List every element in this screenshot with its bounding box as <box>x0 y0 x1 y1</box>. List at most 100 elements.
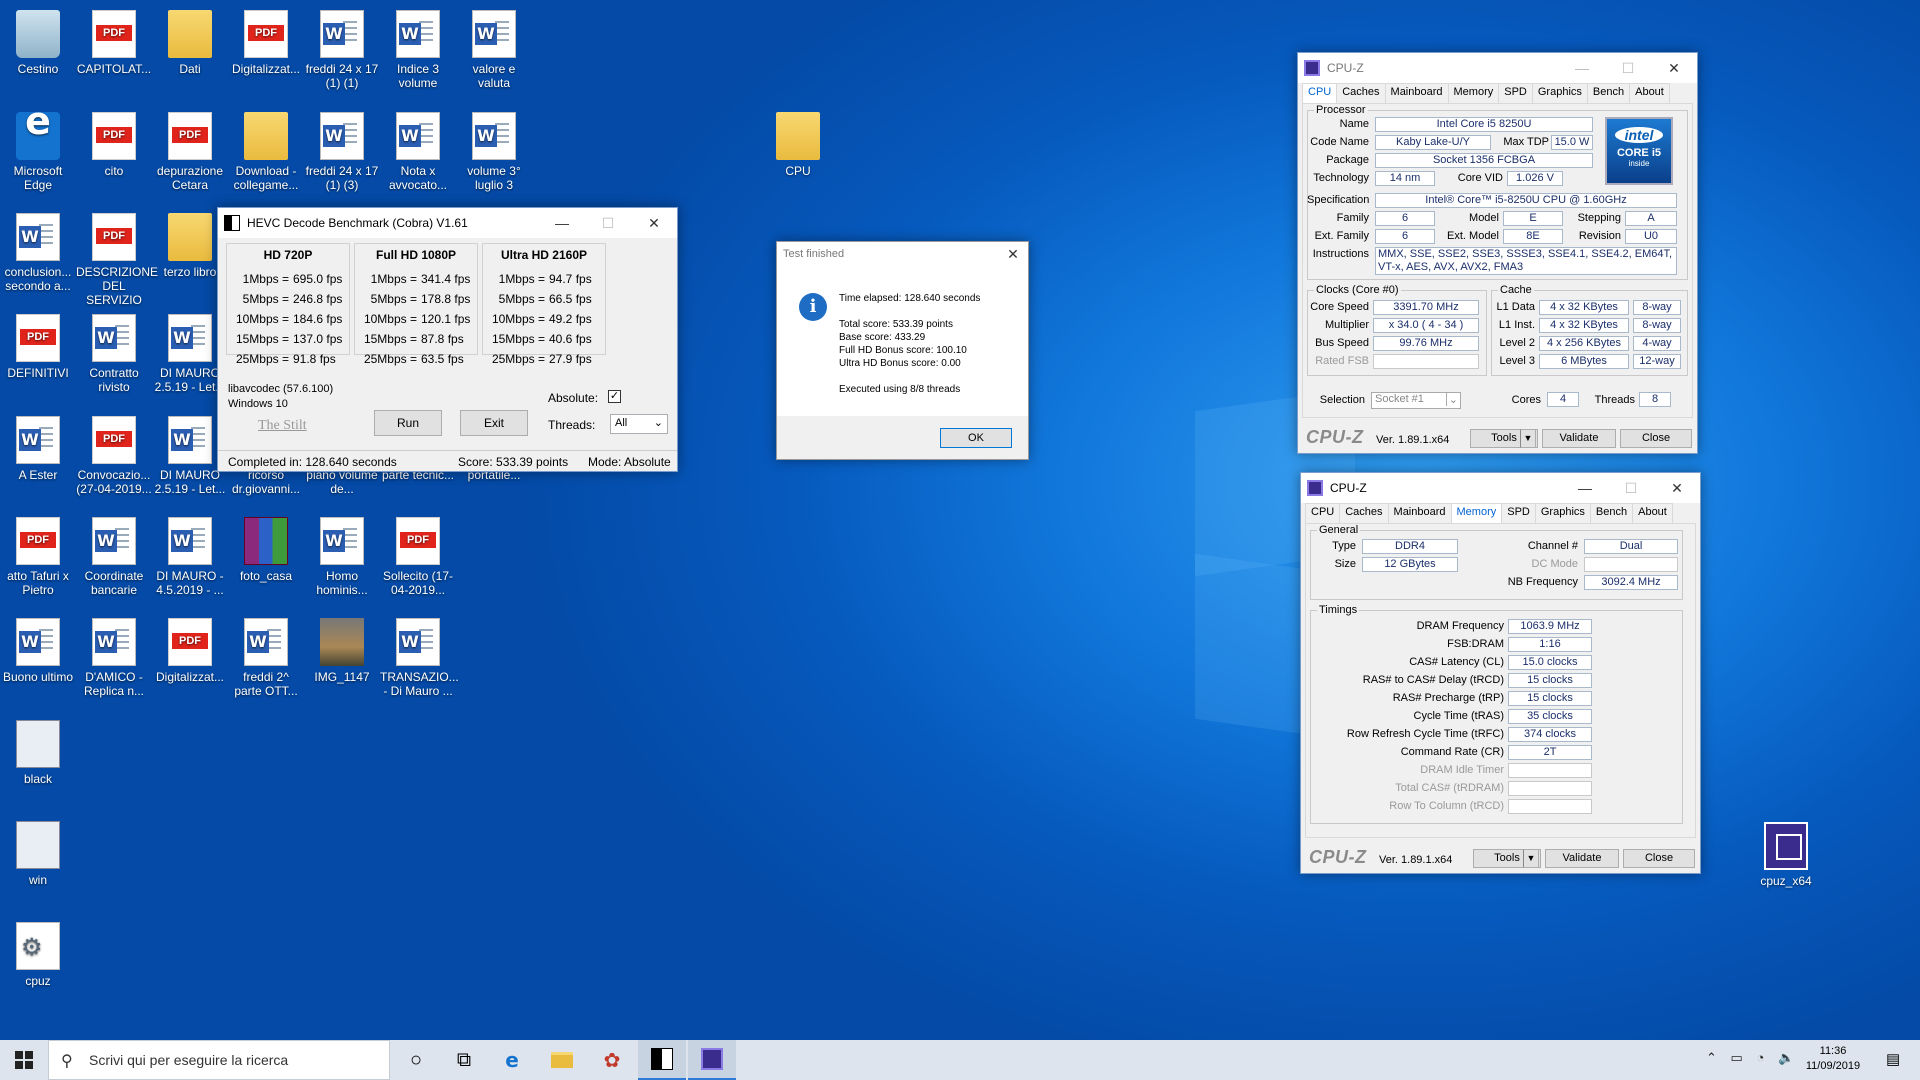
cpuz1-titlebar[interactable]: CPU-Z — ☐ ✕ <box>1298 53 1697 83</box>
cpuz-taskbar-icon[interactable] <box>688 1040 736 1080</box>
chevron-up-icon[interactable]: ⌃ <box>1706 1050 1717 1065</box>
desktop-icon[interactable]: Nota x avvocato... <box>380 112 456 192</box>
desktop-icon[interactable]: Digitalizzat... <box>152 618 228 684</box>
desktop-icon[interactable]: Dati <box>152 10 228 76</box>
taskbar-search-box[interactable]: ⚲ Scrivi qui per eseguire la ricerca <box>48 1040 390 1080</box>
desktop-icon[interactable]: black <box>0 720 76 786</box>
absolute-checkbox[interactable]: ✓ <box>608 390 621 403</box>
desktop-icon[interactable]: TRANSAZIO... - Di Mauro ... <box>380 618 459 698</box>
desktop-icon[interactable]: Buono ultimo <box>0 618 76 684</box>
ok-button[interactable]: OK <box>940 428 1012 448</box>
desktop-icon[interactable]: cpuz <box>0 922 76 988</box>
run-button[interactable]: Run <box>374 410 442 436</box>
desktop-icon[interactable]: win <box>0 821 76 887</box>
tab-caches[interactable]: Caches <box>1336 83 1386 103</box>
desktop-icon[interactable]: depurazione Cetara <box>152 112 228 192</box>
doc-icon <box>472 112 516 160</box>
status-bar: Completed in: 128.640 seconds Score: 533… <box>218 450 677 471</box>
battery-icon[interactable]: ▭ <box>1731 1050 1743 1065</box>
minimize-button[interactable]: — <box>539 215 585 231</box>
threads-select[interactable]: All ⌄ <box>610 414 668 434</box>
tab-memory[interactable]: Memory <box>1450 503 1503 523</box>
credit-link[interactable]: The Stilt <box>258 418 307 434</box>
minimize-button[interactable]: — <box>1562 480 1608 496</box>
desktop-icon[interactable]: DI MAURO - 4.5.2019 - ... <box>152 517 228 597</box>
tab-cpu[interactable]: CPU <box>1305 503 1341 523</box>
desktop-icon[interactable]: Indice 3 volume <box>380 10 456 90</box>
desktop-icon[interactable]: A Ester <box>0 416 76 482</box>
close-button-bottom[interactable]: Close <box>1620 429 1692 448</box>
paint3d-icon[interactable]: ✿ <box>588 1040 636 1080</box>
tab-spd[interactable]: SPD <box>1501 503 1536 523</box>
notifications-icon[interactable]: ▤ <box>1886 1050 1900 1068</box>
close-button[interactable]: ✕ <box>1654 480 1700 497</box>
desktop-icon[interactable]: conclusion... secondo a... <box>0 213 76 293</box>
desktop-icon[interactable]: freddi 2^ parte OTT... <box>228 618 304 698</box>
tab-memory[interactable]: Memory <box>1447 83 1500 103</box>
tools-dropdown-button[interactable]: ▼ <box>1523 849 1539 868</box>
desktop-icon[interactable]: Download - collegame... <box>228 112 304 192</box>
desktop-icon[interactable]: DESCRIZIONE DEL SERVIZIO <box>76 213 158 307</box>
desktop-icon[interactable]: freddi 24 x 17 (1) (3) <box>304 112 380 192</box>
close-button[interactable]: ✕ <box>631 215 677 232</box>
tab-bench[interactable]: Bench <box>1586 83 1631 103</box>
desktop-icon[interactable]: CPU <box>760 112 836 178</box>
desktop-icon[interactable]: freddi 24 x 17 (1) (1) <box>304 10 380 90</box>
tab-cpu[interactable]: CPU <box>1302 83 1338 103</box>
desktop-icon[interactable]: foto_casa <box>228 517 304 583</box>
validate-button[interactable]: Validate <box>1545 849 1619 868</box>
desktop-icon[interactable]: Cestino <box>0 10 76 76</box>
edge-taskbar-icon[interactable]: e <box>488 1040 536 1080</box>
tab-mainboard[interactable]: Mainboard <box>1387 503 1452 523</box>
tab-caches[interactable]: Caches <box>1339 503 1389 523</box>
desktop-icon[interactable]: IMG_1147 <box>304 618 380 684</box>
hevc-taskbar-icon[interactable] <box>638 1040 686 1080</box>
desktop-icon[interactable]: Contratto rivisto <box>76 314 152 394</box>
desktop-icon[interactable]: D'AMICO - Replica n... <box>76 618 152 698</box>
tab-about[interactable]: About <box>1632 503 1673 523</box>
fps-value: 341.4 fps <box>421 272 471 286</box>
dialog-close-button[interactable]: ✕ <box>998 246 1028 263</box>
exit-button[interactable]: Exit <box>460 410 528 436</box>
maximize-button[interactable]: ☐ <box>585 215 631 232</box>
desktop-icon[interactable]: cito <box>76 112 152 178</box>
maximize-button[interactable]: ☐ <box>1608 480 1654 497</box>
windows-start-icon[interactable] <box>0 1040 48 1080</box>
tab-about[interactable]: About <box>1629 83 1670 103</box>
desktop-icon[interactable]: valore e valuta <box>456 10 532 90</box>
desktop-icon[interactable]: Digitalizzat... <box>228 10 304 76</box>
desktop-icon[interactable]: volume 3° luglio 3 <box>456 112 532 192</box>
network-icon[interactable]: ◔ <box>1756 1050 1764 1065</box>
task-view-icon[interactable]: ⧉ <box>440 1040 488 1080</box>
desktop-icon[interactable]: Sollecito (17-04-2019... <box>380 517 456 597</box>
tab-bench[interactable]: Bench <box>1589 503 1634 523</box>
tab-spd[interactable]: SPD <box>1498 83 1533 103</box>
validate-button[interactable]: Validate <box>1542 429 1616 448</box>
desktop-icon[interactable]: CAPITOLAT... <box>76 10 152 76</box>
tab-graphics[interactable]: Graphics <box>1531 83 1588 103</box>
cpuz2-titlebar[interactable]: CPU-Z — ☐ ✕ <box>1301 473 1700 503</box>
desktop-icon[interactable]: DEFINITIVI <box>0 314 76 380</box>
hevc-titlebar[interactable]: HEVC Decode Benchmark (Cobra) V1.61 — ☐ … <box>218 208 677 238</box>
cache-label: Level 3 <box>1499 355 1535 367</box>
volume-icon[interactable]: 🔈 <box>1778 1050 1794 1065</box>
selection-select[interactable]: Socket #1 ⌄ <box>1371 392 1461 409</box>
file-explorer-icon[interactable] <box>538 1040 586 1080</box>
desktop-icon[interactable]: Convocazio... (27-04-2019... <box>76 416 152 496</box>
maximize-button[interactable]: ☐ <box>1605 60 1651 77</box>
desktop-icon[interactable]: atto Tafuri x Pietro <box>0 517 76 597</box>
cortana-icon[interactable]: ○ <box>392 1040 440 1080</box>
tab-mainboard[interactable]: Mainboard <box>1384 83 1449 103</box>
desktop-icon[interactable]: Homo hominis... <box>304 517 380 597</box>
timing-label: FSB:DRAM <box>1447 638 1504 650</box>
clock[interactable]: 11:36 11/09/2019 <box>1800 1044 1866 1074</box>
dialog-titlebar[interactable]: Test finished ✕ <box>777 242 1028 266</box>
close-button-bottom[interactable]: Close <box>1623 849 1695 868</box>
desktop-icon[interactable]: cpuz_x64 <box>1748 822 1824 888</box>
minimize-button[interactable]: — <box>1559 60 1605 76</box>
desktop-icon[interactable]: Microsoft Edge <box>0 112 76 192</box>
tools-dropdown-button[interactable]: ▼ <box>1520 429 1536 448</box>
close-button[interactable]: ✕ <box>1651 60 1697 77</box>
tab-graphics[interactable]: Graphics <box>1534 503 1591 523</box>
desktop-icon[interactable]: Coordinate bancarie <box>76 517 152 597</box>
